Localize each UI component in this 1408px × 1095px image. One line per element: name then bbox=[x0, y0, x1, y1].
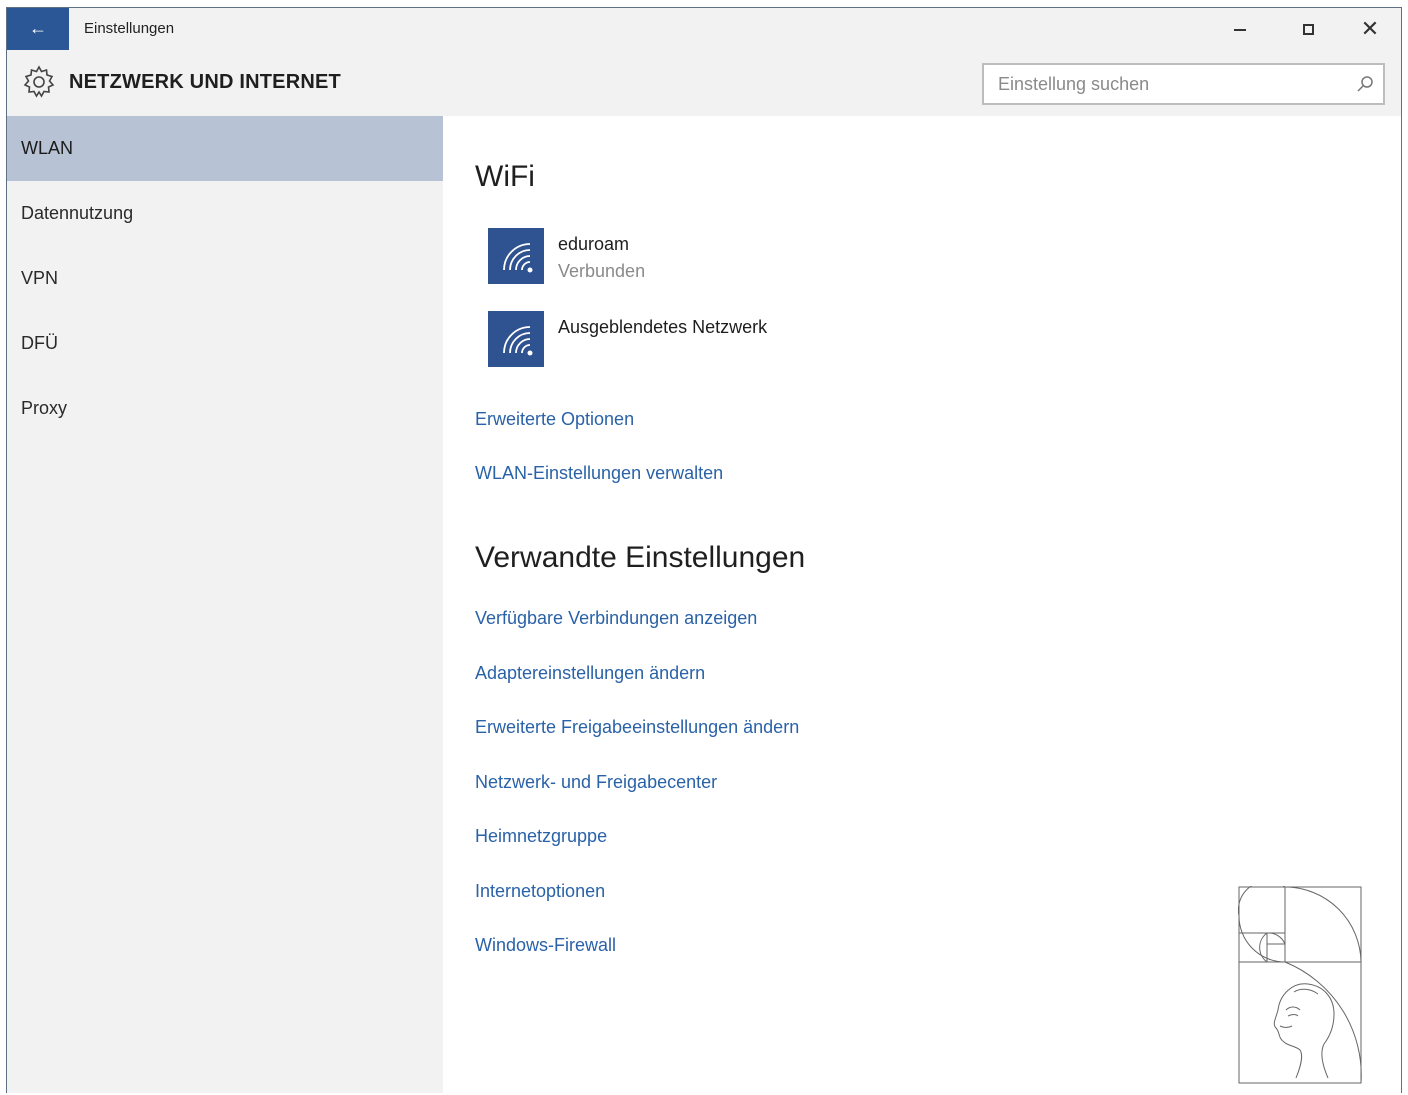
gear-icon bbox=[23, 65, 55, 98]
close-icon: ✕ bbox=[1360, 16, 1380, 41]
title-bar: ← Einstellungen ✕ bbox=[7, 8, 1401, 50]
link-windows-firewall[interactable]: Windows-Firewall bbox=[475, 935, 616, 956]
golden-spiral-portrait-logo bbox=[1238, 886, 1362, 1084]
related-settings-heading: Verwandte Einstellungen bbox=[475, 541, 806, 574]
page-header: NETZWERK UND INTERNET bbox=[7, 50, 1401, 116]
link-internetoptionen[interactable]: Internetoptionen bbox=[475, 881, 605, 902]
app-title: Einstellungen bbox=[84, 20, 175, 37]
sidebar-item-label: Datennutzung bbox=[21, 203, 134, 223]
wifi-heading: WiFi bbox=[475, 160, 535, 193]
sidebar-item-dfu[interactable]: DFÜ bbox=[7, 311, 443, 376]
wifi-icon bbox=[503, 326, 533, 356]
sidebar: WLAN Datennutzung VPN DFÜ Proxy bbox=[7, 116, 443, 1093]
page-title: NETZWERK UND INTERNET bbox=[69, 71, 341, 93]
network-name: eduroam bbox=[558, 234, 630, 254]
link-erweiterte-optionen[interactable]: Erweiterte Optionen bbox=[475, 409, 634, 430]
settings-window: ← Einstellungen ✕ NETZWERK UND INTERNET bbox=[6, 7, 1402, 1093]
network-item-eduroam[interactable]: eduroam Verbunden bbox=[488, 228, 1088, 288]
sidebar-item-proxy[interactable]: Proxy bbox=[7, 376, 443, 441]
search-box[interactable] bbox=[982, 63, 1385, 105]
sidebar-item-label: DFÜ bbox=[21, 333, 58, 353]
minimize-button[interactable] bbox=[1215, 12, 1265, 46]
minimize-icon bbox=[1234, 28, 1246, 31]
sidebar-item-label: WLAN bbox=[21, 138, 74, 158]
search-input[interactable] bbox=[984, 65, 1338, 103]
maximize-icon bbox=[1302, 24, 1314, 36]
network-status: Verbunden bbox=[558, 261, 646, 281]
network-item-hidden[interactable]: Ausgeblendetes Netzwerk bbox=[488, 311, 1088, 371]
link-netzwerk-freigabecenter[interactable]: Netzwerk- und Freigabecenter bbox=[475, 772, 717, 793]
maximize-button[interactable] bbox=[1283, 12, 1333, 46]
network-name: Ausgeblendetes Netzwerk bbox=[558, 317, 768, 337]
sidebar-item-label: Proxy bbox=[21, 398, 68, 418]
sidebar-item-vpn[interactable]: VPN bbox=[7, 246, 443, 311]
link-freigabeeinstellungen[interactable]: Erweiterte Freigabeeinstellungen ändern bbox=[475, 717, 799, 738]
arrow-left-icon: ← bbox=[29, 18, 47, 38]
link-verfuegbare-verbindungen[interactable]: Verfügbare Verbindungen anzeigen bbox=[475, 608, 757, 629]
search-icon[interactable] bbox=[1355, 74, 1375, 94]
link-heimnetzgruppe[interactable]: Heimnetzgruppe bbox=[475, 826, 607, 847]
wifi-icon bbox=[503, 243, 533, 273]
network-tile bbox=[488, 311, 544, 367]
back-button[interactable]: ← bbox=[7, 8, 69, 50]
link-wlan-einstellungen-verwalten[interactable]: WLAN-Einstellungen verwalten bbox=[475, 463, 723, 484]
sidebar-item-wlan[interactable]: WLAN bbox=[7, 116, 443, 181]
network-tile bbox=[488, 228, 544, 284]
sidebar-item-label: VPN bbox=[21, 268, 59, 288]
close-button[interactable]: ✕ bbox=[1345, 12, 1395, 46]
link-adaptereinstellungen[interactable]: Adaptereinstellungen ändern bbox=[475, 663, 705, 684]
sidebar-item-datennutzung[interactable]: Datennutzung bbox=[7, 181, 443, 246]
main-content: WiFi eduroam Verbunden Ausgeblendetes Ne… bbox=[443, 116, 1401, 1093]
